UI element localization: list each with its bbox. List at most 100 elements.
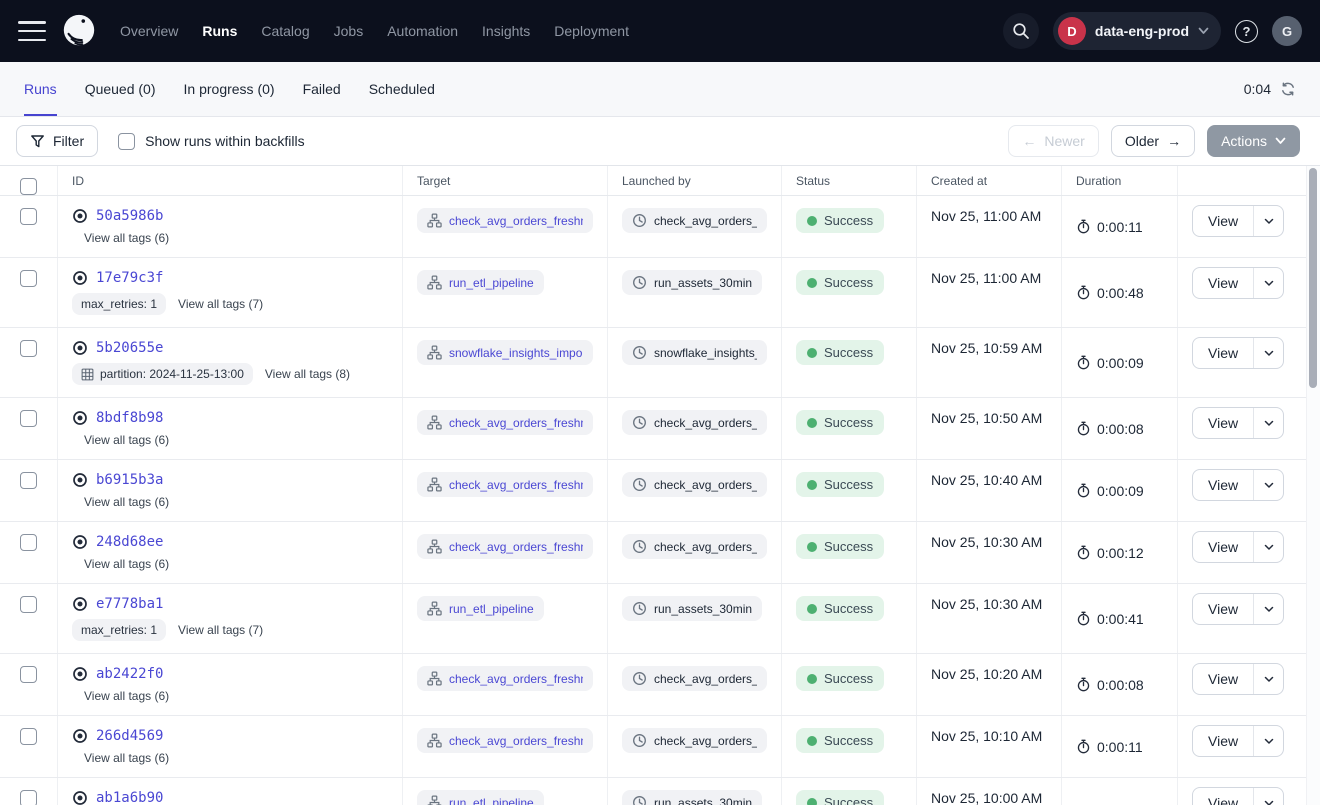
row-checkbox[interactable] xyxy=(20,666,37,683)
view-dropdown-button[interactable] xyxy=(1253,338,1283,368)
launched-by-pill[interactable]: snowflake_insights_… xyxy=(622,340,767,365)
nav-item-overview[interactable]: Overview xyxy=(120,23,178,39)
run-id-link[interactable]: e7778ba1 xyxy=(96,596,163,612)
launched-by-pill[interactable]: run_assets_30min xyxy=(622,790,762,805)
view-button[interactable]: View xyxy=(1193,206,1253,236)
view-button[interactable]: View xyxy=(1193,664,1253,694)
launched-by-pill[interactable]: check_avg_orders_f… xyxy=(622,208,767,233)
run-tag-pill[interactable]: max_retries: 1 xyxy=(72,293,166,315)
user-avatar[interactable]: G xyxy=(1272,16,1302,46)
refresh-icon[interactable] xyxy=(1280,81,1296,97)
view-dropdown-button[interactable] xyxy=(1253,594,1283,624)
status-badge[interactable]: Success xyxy=(796,666,884,691)
run-id-link[interactable]: 50a5986b xyxy=(96,208,163,224)
backfills-checkbox-wrap[interactable]: Show runs within backfills xyxy=(118,133,305,150)
view-button[interactable]: View xyxy=(1193,726,1253,756)
nav-item-catalog[interactable]: Catalog xyxy=(261,23,309,39)
run-id-link[interactable]: ab1a6b90 xyxy=(96,790,163,805)
launched-by-pill[interactable]: run_assets_30min xyxy=(622,270,762,295)
view-button[interactable]: View xyxy=(1193,470,1253,500)
launched-by-pill[interactable]: check_avg_orders_f… xyxy=(622,666,767,691)
status-badge[interactable]: Success xyxy=(796,208,884,233)
help-icon[interactable]: ? xyxy=(1235,20,1258,43)
target-pill[interactable]: run_etl_pipeline xyxy=(417,790,544,805)
tab-in-progress[interactable]: In progress (0) xyxy=(184,62,275,116)
target-pill[interactable]: check_avg_orders_freshne xyxy=(417,472,593,497)
launched-by-pill[interactable]: check_avg_orders_f… xyxy=(622,410,767,435)
view-all-tags-link[interactable]: View all tags (6) xyxy=(84,751,169,765)
row-checkbox[interactable] xyxy=(20,790,37,805)
view-button[interactable]: View xyxy=(1193,594,1253,624)
run-id-link[interactable]: 8bdf8b98 xyxy=(96,410,163,426)
view-button[interactable]: View xyxy=(1193,532,1253,562)
view-dropdown-button[interactable] xyxy=(1253,788,1283,805)
view-all-tags-link[interactable]: View all tags (6) xyxy=(84,495,169,509)
tab-failed[interactable]: Failed xyxy=(303,62,341,116)
status-badge[interactable]: Success xyxy=(796,270,884,295)
view-all-tags-link[interactable]: View all tags (6) xyxy=(84,557,169,571)
row-checkbox[interactable] xyxy=(20,596,37,613)
search-button[interactable] xyxy=(1003,13,1039,49)
view-all-tags-link[interactable]: View all tags (6) xyxy=(84,433,169,447)
target-pill[interactable]: run_etl_pipeline xyxy=(417,596,544,621)
run-id-link[interactable]: 17e79c3f xyxy=(96,270,163,286)
target-pill[interactable]: check_avg_orders_freshne xyxy=(417,410,593,435)
tab-queued[interactable]: Queued (0) xyxy=(85,62,156,116)
tab-runs[interactable]: Runs xyxy=(24,62,57,116)
view-all-tags-link[interactable]: View all tags (6) xyxy=(84,689,169,703)
filter-button[interactable]: Filter xyxy=(16,125,98,157)
status-badge[interactable]: Success xyxy=(796,340,884,365)
nav-item-deployment[interactable]: Deployment xyxy=(554,23,629,39)
tab-scheduled[interactable]: Scheduled xyxy=(369,62,435,116)
row-checkbox[interactable] xyxy=(20,208,37,225)
row-checkbox[interactable] xyxy=(20,410,37,427)
view-button[interactable]: View xyxy=(1193,338,1253,368)
run-id-link[interactable]: 248d68ee xyxy=(96,534,163,550)
view-all-tags-link[interactable]: View all tags (7) xyxy=(178,623,263,637)
status-badge[interactable]: Success xyxy=(796,410,884,435)
view-all-tags-link[interactable]: View all tags (7) xyxy=(178,297,263,311)
newer-button[interactable]: ← Newer xyxy=(1008,125,1098,157)
launched-by-pill[interactable]: check_avg_orders_f… xyxy=(622,472,767,497)
older-button[interactable]: Older → xyxy=(1111,125,1195,157)
row-checkbox[interactable] xyxy=(20,270,37,287)
select-all-checkbox[interactable] xyxy=(20,178,37,195)
row-checkbox[interactable] xyxy=(20,534,37,551)
row-checkbox[interactable] xyxy=(20,728,37,745)
nav-item-automation[interactable]: Automation xyxy=(387,23,458,39)
target-pill[interactable]: check_avg_orders_freshne xyxy=(417,728,593,753)
target-pill[interactable]: snowflake_insights_import xyxy=(417,340,593,365)
dagster-logo-icon[interactable] xyxy=(60,12,98,50)
hamburger-menu-icon[interactable] xyxy=(18,21,46,41)
target-pill[interactable]: check_avg_orders_freshne xyxy=(417,208,593,233)
run-tag-pill[interactable]: partition: 2024-11-25-13:00 xyxy=(72,363,253,385)
row-checkbox[interactable] xyxy=(20,472,37,489)
launched-by-pill[interactable]: check_avg_orders_f… xyxy=(622,728,767,753)
view-button[interactable]: View xyxy=(1193,788,1253,805)
run-id-link[interactable]: 266d4569 xyxy=(96,728,163,744)
deployment-switcher[interactable]: D data-eng-prod xyxy=(1053,12,1221,50)
status-badge[interactable]: Success xyxy=(796,534,884,559)
view-dropdown-button[interactable] xyxy=(1253,726,1283,756)
view-dropdown-button[interactable] xyxy=(1253,206,1283,236)
view-dropdown-button[interactable] xyxy=(1253,470,1283,500)
launched-by-pill[interactable]: check_avg_orders_f… xyxy=(622,534,767,559)
status-badge[interactable]: Success xyxy=(796,596,884,621)
nav-item-jobs[interactable]: Jobs xyxy=(334,23,364,39)
view-dropdown-button[interactable] xyxy=(1253,532,1283,562)
nav-item-insights[interactable]: Insights xyxy=(482,23,530,39)
view-all-tags-link[interactable]: View all tags (8) xyxy=(265,367,350,381)
run-id-link[interactable]: 5b20655e xyxy=(96,340,163,356)
run-id-link[interactable]: ab2422f0 xyxy=(96,666,163,682)
view-dropdown-button[interactable] xyxy=(1253,408,1283,438)
target-pill[interactable]: check_avg_orders_freshne xyxy=(417,534,593,559)
status-badge[interactable]: Success xyxy=(796,728,884,753)
actions-button[interactable]: Actions xyxy=(1207,125,1300,157)
status-badge[interactable]: Success xyxy=(796,790,884,805)
view-button[interactable]: View xyxy=(1193,408,1253,438)
row-checkbox[interactable] xyxy=(20,340,37,357)
status-badge[interactable]: Success xyxy=(796,472,884,497)
backfills-checkbox[interactable] xyxy=(118,133,135,150)
view-all-tags-link[interactable]: View all tags (6) xyxy=(84,231,169,245)
run-id-link[interactable]: b6915b3a xyxy=(96,472,163,488)
